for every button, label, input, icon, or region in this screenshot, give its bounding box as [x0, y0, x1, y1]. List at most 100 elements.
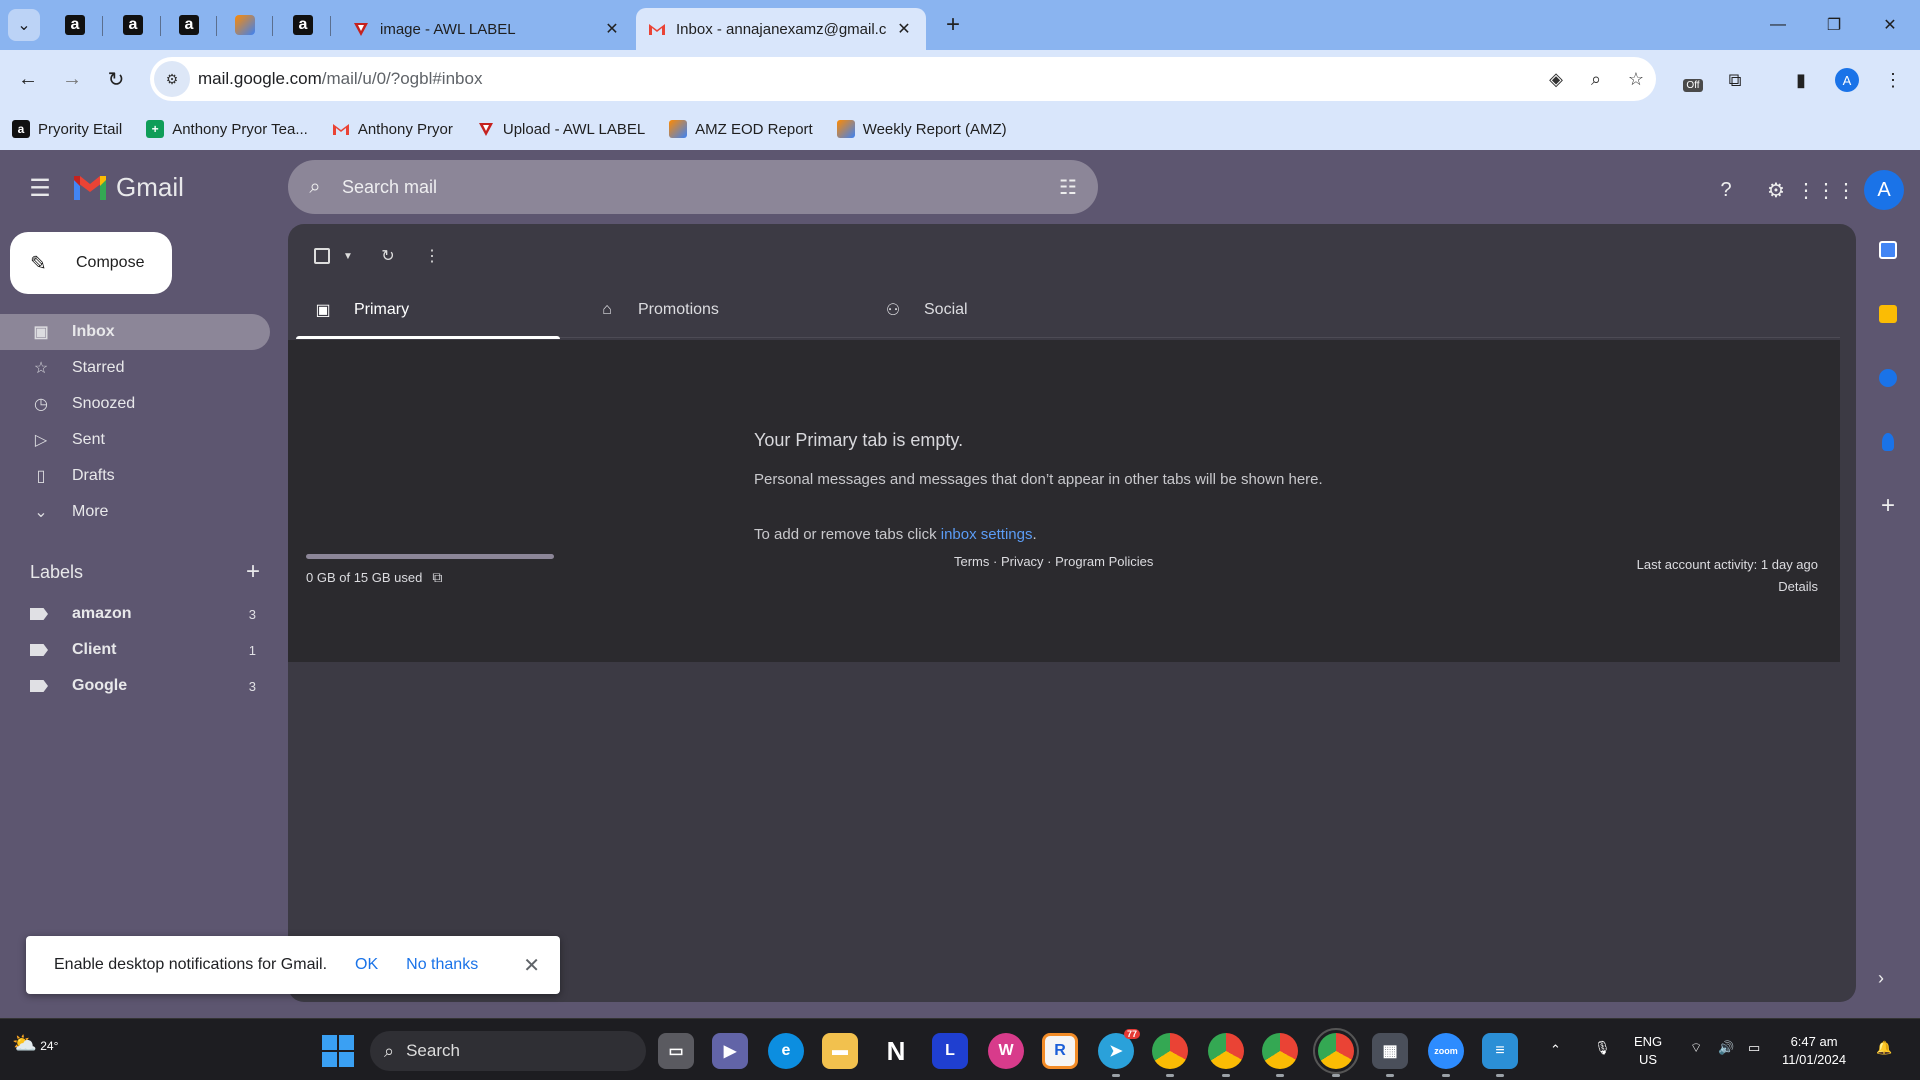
- chrome-icon[interactable]: [1152, 1033, 1188, 1077]
- nav-item-drafts[interactable]: ▯ Drafts: [0, 458, 270, 494]
- microphone-icon[interactable]: 🎙: [1594, 1039, 1611, 1057]
- pinned-tab-amazon[interactable]: a: [174, 10, 204, 40]
- new-tab-button[interactable]: +: [938, 10, 968, 40]
- app-l-icon[interactable]: L: [932, 1033, 968, 1069]
- address-bar[interactable]: ⚙ mail.google.com/mail/u/0/?ogbl#inbox ◈…: [150, 57, 1656, 101]
- contacts-app-button[interactable]: [1868, 422, 1908, 462]
- minimize-button[interactable]: —: [1758, 10, 1798, 40]
- bookmark-item[interactable]: AMZ EOD Report: [669, 120, 813, 138]
- forward-button[interactable]: →: [56, 63, 88, 95]
- star-icon[interactable]: ☆: [1616, 59, 1656, 99]
- search-icon[interactable]: ⌕: [288, 176, 342, 199]
- keep-app-button[interactable]: [1868, 294, 1908, 334]
- chrome-icon[interactable]: [1262, 1033, 1298, 1077]
- teams-icon[interactable]: ▶: [712, 1033, 748, 1069]
- weather-widget[interactable]: ⛅ 24°: [12, 1031, 58, 1056]
- notification-bell-icon[interactable]: 🔔: [1876, 1039, 1892, 1057]
- refresh-button[interactable]: ↻: [370, 238, 406, 274]
- tab-social[interactable]: ⚇ Social: [866, 282, 1130, 338]
- file-explorer-icon[interactable]: ▬: [822, 1033, 858, 1069]
- calendar-app-button[interactable]: [1868, 230, 1908, 270]
- site-info-icon[interactable]: ⚙: [154, 61, 190, 97]
- nav-item-sent[interactable]: ▷ Sent: [0, 422, 270, 458]
- zoom-icon[interactable]: ⌕: [1576, 59, 1616, 99]
- chrome-icon[interactable]: [1313, 1028, 1359, 1077]
- telegram-icon[interactable]: ➤ 77: [1098, 1029, 1140, 1077]
- pinned-tab-amazon[interactable]: a: [288, 10, 318, 40]
- battery-icon[interactable]: ▭: [1748, 1039, 1760, 1057]
- chrome-icon[interactable]: [1208, 1033, 1244, 1077]
- pinned-tab-amazon[interactable]: a: [118, 10, 148, 40]
- edge-icon[interactable]: e: [768, 1033, 804, 1069]
- close-icon[interactable]: ✕: [523, 953, 540, 978]
- settings-button[interactable]: ⚙: [1756, 170, 1796, 210]
- search-options-icon[interactable]: ☷: [1038, 175, 1098, 200]
- help-button[interactable]: ?: [1706, 170, 1746, 210]
- tab-awl-label[interactable]: image - AWL LABEL ✕: [340, 8, 634, 50]
- clock[interactable]: 6:47 am 11/01/2024: [1782, 1033, 1846, 1069]
- nav-item-more[interactable]: ⌄ More: [0, 494, 270, 530]
- nav-item-snoozed[interactable]: ◷ Snoozed: [0, 386, 270, 422]
- bookmark-item[interactable]: Anthony Pryor: [332, 120, 453, 138]
- wps-icon[interactable]: W: [988, 1033, 1024, 1069]
- bookmark-item[interactable]: Weekly Report (AMZ): [836, 120, 1007, 138]
- nav-item-starred[interactable]: ☆ Starred: [0, 350, 270, 386]
- taskbar-search[interactable]: ⌕ Search: [370, 1031, 646, 1071]
- close-window-button[interactable]: ✕: [1870, 10, 1910, 40]
- extension-button[interactable]: Off: [1676, 63, 1710, 97]
- nav-item-inbox[interactable]: ▣ Inbox: [0, 314, 270, 350]
- select-dropdown-button[interactable]: ▼: [340, 238, 356, 274]
- volume-icon[interactable]: 🔊: [1718, 1039, 1734, 1057]
- calculator-icon[interactable]: ▦: [1372, 1033, 1408, 1077]
- browser-menu-button[interactable]: ⋮: [1876, 63, 1910, 97]
- search-mail-bar[interactable]: ⌕ Search mail ☷: [288, 160, 1098, 214]
- profile-button[interactable]: A: [1830, 63, 1864, 97]
- start-button[interactable]: [322, 1035, 354, 1067]
- inbox-settings-link[interactable]: inbox settings: [941, 526, 1033, 543]
- app-r-icon[interactable]: R: [1042, 1033, 1078, 1069]
- bookmark-item[interactable]: a Pryority Etail: [12, 120, 122, 138]
- more-actions-button[interactable]: ⋮: [414, 238, 450, 274]
- tasks-app-button[interactable]: [1868, 358, 1908, 398]
- reload-button[interactable]: ↻: [100, 63, 132, 95]
- search-input[interactable]: Search mail: [342, 177, 1038, 198]
- pinned-tab-amazon[interactable]: a: [60, 10, 90, 40]
- label-item-client[interactable]: Client 1: [30, 632, 260, 668]
- compose-button[interactable]: ✎ Compose: [10, 232, 172, 294]
- create-label-button[interactable]: +: [246, 558, 260, 586]
- tab-gmail-inbox[interactable]: Inbox - annajanexamz@gmail.c ✕: [636, 8, 926, 50]
- label-item-google[interactable]: Google 3: [30, 668, 260, 704]
- notification-ok-button[interactable]: OK: [355, 956, 378, 974]
- get-addons-button[interactable]: +: [1868, 486, 1908, 526]
- back-button[interactable]: ←: [12, 63, 44, 95]
- external-link-icon[interactable]: ⧉: [432, 569, 442, 586]
- select-all-checkbox[interactable]: [304, 238, 340, 274]
- pinned-tab-report[interactable]: [230, 10, 260, 40]
- notepad-icon[interactable]: ≡: [1482, 1033, 1518, 1077]
- main-menu-button[interactable]: ☰: [24, 172, 56, 204]
- extensions-button[interactable]: ⧉: [1718, 63, 1752, 97]
- task-view-icon[interactable]: ▭: [658, 1033, 694, 1069]
- wifi-icon[interactable]: ⌔: [1690, 1039, 1702, 1057]
- notification-no-thanks-button[interactable]: No thanks: [406, 956, 478, 974]
- apps-button[interactable]: ⋮⋮⋮: [1796, 170, 1856, 210]
- notion-icon[interactable]: N: [878, 1033, 914, 1069]
- url-text[interactable]: mail.google.com/mail/u/0/?ogbl#inbox: [198, 69, 1536, 89]
- details-link[interactable]: Details: [1637, 576, 1818, 598]
- show-hidden-icons-button[interactable]: ⌃: [1550, 1041, 1561, 1059]
- close-icon[interactable]: ✕: [894, 19, 914, 39]
- lens-icon[interactable]: ◈: [1536, 59, 1576, 99]
- gmail-logo[interactable]: Gmail: [72, 172, 184, 203]
- bookmark-item[interactable]: Upload - AWL LABEL: [477, 120, 645, 138]
- label-item-amazon[interactable]: amazon 3: [30, 596, 260, 632]
- restore-button[interactable]: ❐: [1814, 10, 1854, 40]
- tab-promotions[interactable]: ⌂ Promotions: [580, 282, 844, 338]
- side-panel-button[interactable]: ▮: [1784, 63, 1818, 97]
- show-side-panel-button[interactable]: ›: [1878, 968, 1884, 989]
- account-avatar[interactable]: A: [1864, 170, 1904, 210]
- bookmark-item[interactable]: + Anthony Pryor Tea...: [146, 120, 308, 138]
- language-indicator[interactable]: ENG US: [1634, 1033, 1662, 1069]
- tab-search-button[interactable]: ⌄: [8, 9, 40, 41]
- policies-links[interactable]: Terms · Privacy · Program Policies: [954, 554, 1153, 569]
- tab-primary[interactable]: ▣ Primary: [296, 282, 560, 339]
